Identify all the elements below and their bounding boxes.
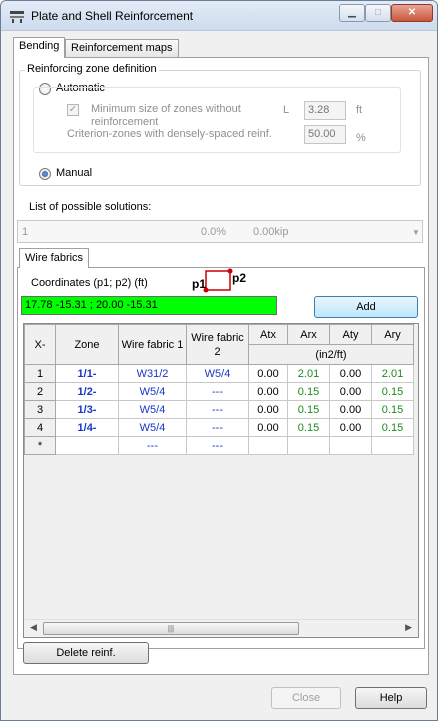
row-number[interactable]: 2 — [24, 382, 56, 401]
table-row-new[interactable]: * --- --- — [24, 436, 414, 455]
maximize-icon: □ — [374, 7, 382, 18]
solutions-combo[interactable]: 1 0.0% 0.00kip ▼ — [17, 220, 423, 243]
reinforcement-grid: X- Zone Wire fabric 1 Wire fabric 2 Atx … — [23, 323, 419, 638]
col-header-atx[interactable]: Atx — [248, 324, 288, 345]
table-row[interactable]: 1 1/1- W31/2 W5/4 0.00 2.01 0.00 2.01 — [24, 364, 414, 383]
atx-cell[interactable] — [248, 436, 288, 455]
solution-percent: 0.0% — [201, 226, 227, 238]
atx-cell[interactable]: 0.00 — [248, 400, 288, 419]
ary-cell[interactable]: 0.15 — [371, 418, 414, 437]
zone-cell[interactable]: 1/2- — [55, 382, 119, 401]
col-header-aty[interactable]: Aty — [329, 324, 372, 345]
p2-label: p2 — [232, 271, 247, 285]
col-header-unit: (in2/ft) — [248, 344, 414, 365]
col-header-fabric1[interactable]: Wire fabric 1 — [118, 324, 187, 365]
fabric1-cell[interactable]: W5/4 — [118, 418, 187, 437]
table-row[interactable]: 2 1/2- W5/4 --- 0.00 0.15 0.00 0.15 — [24, 382, 414, 401]
minimize-button[interactable]: ▁ — [339, 4, 365, 22]
add-button[interactable]: Add — [314, 296, 418, 318]
fabric1-cell[interactable]: W31/2 — [118, 364, 187, 383]
fabric2-cell[interactable]: --- — [186, 382, 249, 401]
col-header-fabric2[interactable]: Wire fabric 2 — [186, 324, 249, 365]
col-header-arx[interactable]: Arx — [287, 324, 330, 345]
aty-cell[interactable]: 0.00 — [329, 400, 372, 419]
arx-cell[interactable]: 0.15 — [287, 418, 330, 437]
zone-definition-title: Reinforcing zone definition — [25, 63, 159, 75]
minimize-icon: ▁ — [348, 7, 356, 18]
solution-weight: 0.00kip — [253, 226, 289, 238]
horizontal-scrollbar[interactable]: ◀ ||| ▶ — [25, 619, 417, 636]
dialog-window: Plate and Shell Reinforcement ▁ □ ✕ Bend… — [0, 0, 438, 721]
solution-index: 1 — [22, 226, 29, 238]
coordinates-label: Coordinates (p1; p2) (ft) — [31, 277, 148, 289]
fabric1-cell[interactable]: W5/4 — [118, 400, 187, 419]
min-size-input[interactable]: 3.28 — [304, 101, 346, 120]
delete-reinf-button[interactable]: Delete reinf. — [23, 642, 149, 664]
help-button[interactable]: Help — [355, 687, 427, 709]
arx-cell[interactable]: 0.15 — [287, 400, 330, 419]
table-row[interactable]: 3 1/3- W5/4 --- 0.00 0.15 0.00 0.15 — [24, 400, 414, 419]
ary-cell[interactable]: 0.15 — [371, 382, 414, 401]
min-size-checkbox[interactable]: ✓ — [67, 104, 79, 116]
tab-bending[interactable]: Bending — [13, 37, 66, 58]
aty-cell[interactable]: 0.00 — [329, 418, 372, 437]
fabric2-cell[interactable]: --- — [186, 400, 249, 419]
fabric2-cell[interactable]: --- — [186, 418, 249, 437]
criterion-input[interactable]: 50.00 — [304, 125, 346, 144]
manual-radio[interactable] — [39, 168, 51, 180]
arx-cell[interactable]: 0.15 — [287, 382, 330, 401]
atx-cell[interactable]: 0.00 — [248, 364, 288, 383]
ary-cell[interactable]: 2.01 — [371, 364, 414, 383]
fabric1-cell[interactable]: W5/4 — [118, 382, 187, 401]
aty-cell[interactable] — [329, 436, 372, 455]
row-number[interactable]: 3 — [24, 400, 56, 419]
arx-cell[interactable] — [287, 436, 330, 455]
zone-cell[interactable]: 1/3- — [55, 400, 119, 419]
criterion-unit: % — [356, 132, 366, 144]
col-header-zone[interactable]: Zone — [55, 324, 119, 365]
tab-reinforcement-maps[interactable]: Reinforcement maps — [65, 39, 179, 57]
close-icon: ✕ — [407, 7, 417, 18]
arx-cell[interactable]: 2.01 — [287, 364, 330, 383]
aty-cell[interactable]: 0.00 — [329, 382, 372, 401]
min-size-unit: ft — [356, 104, 363, 116]
atx-cell[interactable]: 0.00 — [248, 382, 288, 401]
tab-wire-fabrics[interactable]: Wire fabrics — [19, 248, 90, 268]
fabric2-cell[interactable]: W5/4 — [186, 364, 249, 383]
title-bar: Plate and Shell Reinforcement ▁ □ ✕ — [1, 1, 437, 31]
scroll-left-icon[interactable]: ◀ — [30, 622, 37, 633]
ary-cell[interactable] — [371, 436, 414, 455]
row-number[interactable]: 4 — [24, 418, 56, 437]
zone-cell[interactable]: 1/4- — [55, 418, 119, 437]
ary-cell[interactable]: 0.15 — [371, 400, 414, 419]
app-icon — [10, 11, 24, 23]
criterion-label: Criterion-zones with densely-spaced rein… — [67, 128, 272, 140]
min-size-label: Minimum size of zones without reinforcem… — [91, 103, 241, 128]
scroll-right-icon[interactable]: ▶ — [405, 622, 412, 633]
coordinates-input[interactable]: 17.78 -15.31 ; 20.00 -15.31 — [21, 296, 277, 315]
row-number[interactable]: * — [24, 436, 56, 455]
row-number[interactable]: 1 — [24, 364, 56, 383]
maximize-button[interactable]: □ — [365, 4, 391, 22]
close-window-button[interactable]: ✕ — [391, 4, 433, 22]
manual-label: Manual — [56, 167, 93, 179]
zone-cell[interactable] — [55, 436, 119, 455]
col-header-ary[interactable]: Ary — [371, 324, 414, 345]
table-row[interactable]: 4 1/4- W5/4 --- 0.00 0.15 0.00 0.15 — [24, 418, 414, 437]
col-header-x[interactable]: X- — [24, 324, 56, 365]
aty-cell[interactable]: 0.00 — [329, 364, 372, 383]
scroll-thumb[interactable]: ||| — [43, 622, 299, 635]
min-size-symbol: L — [283, 104, 290, 116]
fabric2-cell[interactable]: --- — [186, 436, 249, 455]
fabric1-cell[interactable]: --- — [118, 436, 187, 455]
solutions-label: List of possible solutions: — [29, 201, 152, 213]
atx-cell[interactable]: 0.00 — [248, 418, 288, 437]
zone-cell[interactable]: 1/1- — [55, 364, 119, 383]
close-button[interactable]: Close — [271, 687, 341, 709]
chevron-down-icon: ▼ — [412, 228, 420, 237]
p1-label: p1 — [192, 277, 207, 291]
window-title: Plate and Shell Reinforcement — [31, 9, 194, 23]
